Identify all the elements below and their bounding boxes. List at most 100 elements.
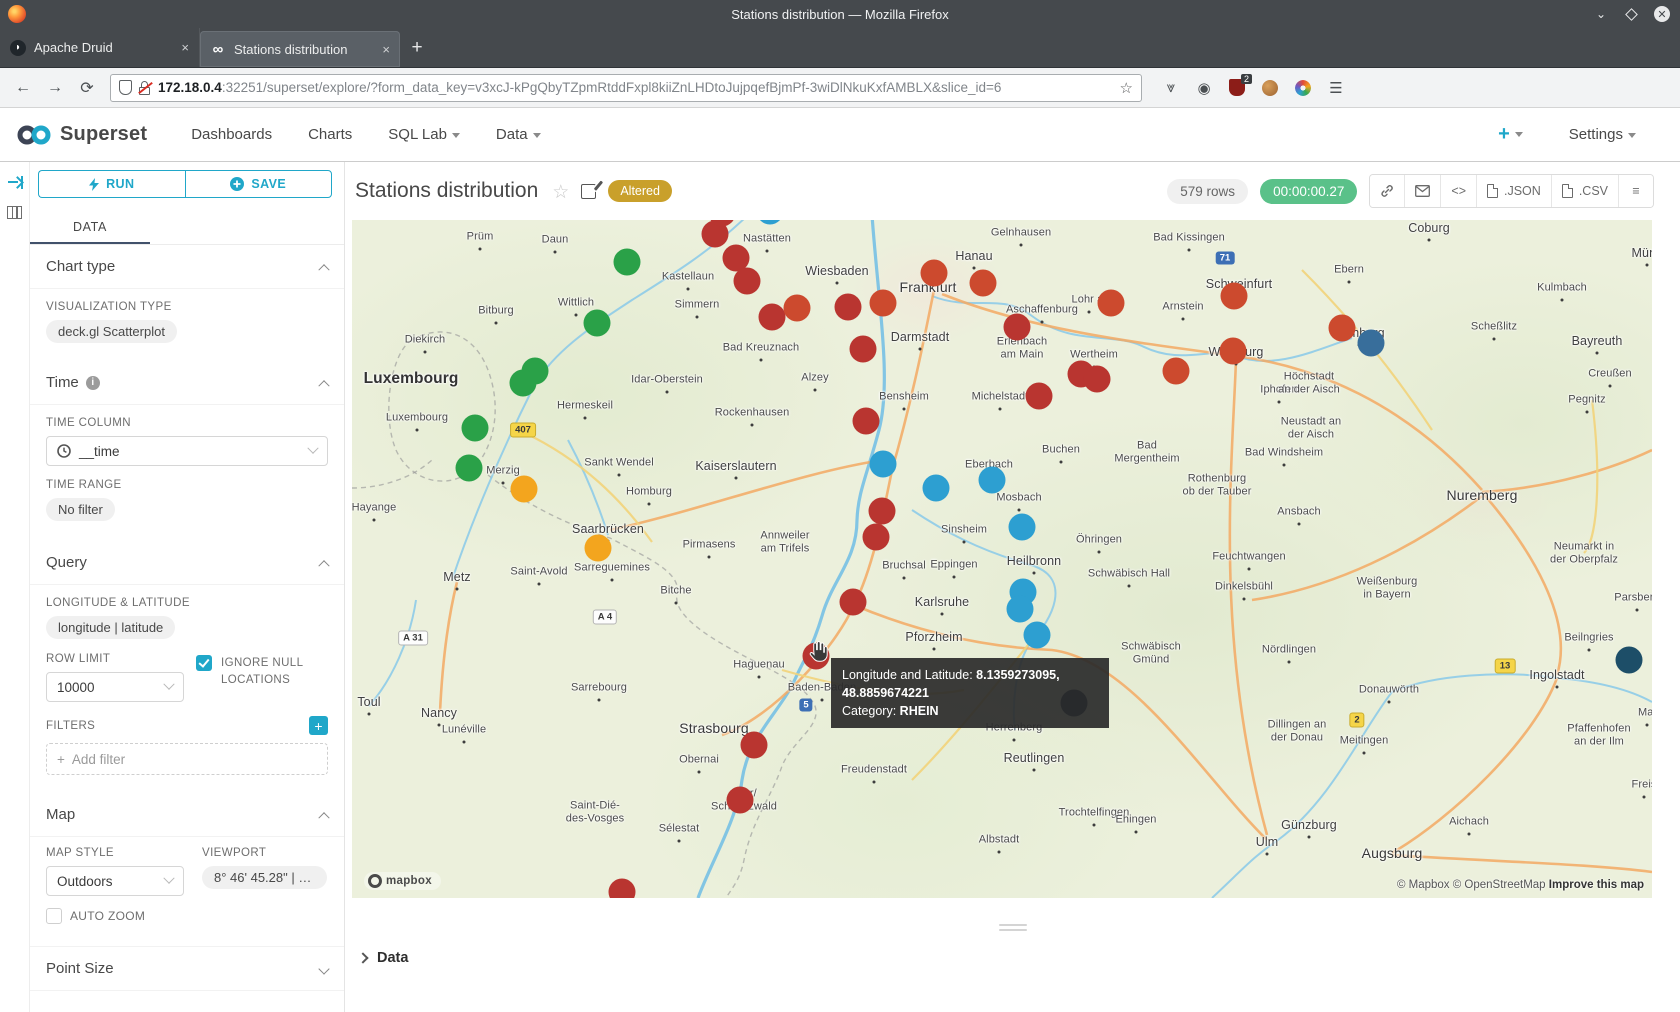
- scatter-point[interactable]: [609, 879, 636, 899]
- scatter-point[interactable]: [510, 370, 537, 397]
- scatter-point[interactable]: [1098, 290, 1125, 317]
- window-maximize-icon[interactable]: [1625, 8, 1638, 21]
- url-field[interactable]: 172.18.0.4:32251/superset/explore/?form_…: [110, 74, 1142, 102]
- scatter-point[interactable]: [784, 295, 811, 322]
- tab-close-icon[interactable]: ×: [181, 40, 189, 55]
- ignore-null-checkbox[interactable]: [196, 655, 212, 671]
- scatter-point[interactable]: [734, 268, 761, 295]
- tab-apache-druid[interactable]: ◗ Apache Druid ×: [0, 28, 200, 67]
- scatter-point[interactable]: [1163, 358, 1190, 385]
- viewport-value[interactable]: 8° 46' 45.28" | 49…: [202, 866, 327, 889]
- tab-stations-distribution[interactable]: ∞ Stations distribution ×: [200, 31, 400, 67]
- bookmark-star-icon[interactable]: ☆: [1120, 79, 1133, 97]
- nav-dashboards[interactable]: Dashboards: [173, 126, 290, 143]
- scatter-point[interactable]: [1329, 315, 1356, 342]
- window-minimize-icon[interactable]: ⌄: [1594, 7, 1608, 21]
- new-tab-button[interactable]: +: [400, 28, 434, 67]
- email-share-button[interactable]: [1405, 175, 1441, 207]
- dataset-grid-icon[interactable]: [7, 206, 22, 219]
- section-query[interactable]: Query: [30, 541, 344, 585]
- scatter-point[interactable]: [869, 498, 896, 525]
- collapse-panel-icon[interactable]: [7, 174, 23, 190]
- viz-type-value[interactable]: deck.gl Scatterplot: [46, 320, 177, 343]
- mapbox-logo[interactable]: mapbox: [364, 872, 441, 890]
- map-style-select[interactable]: Outdoors: [46, 866, 184, 896]
- time-column-select[interactable]: __time: [46, 436, 328, 466]
- add-filter-plus-button[interactable]: +: [309, 716, 328, 735]
- scatter-point[interactable]: [614, 249, 641, 276]
- scatter-point[interactable]: [462, 415, 489, 442]
- auto-zoom-checkbox[interactable]: [46, 908, 62, 924]
- scatter-point[interactable]: [863, 524, 890, 551]
- scatter-point[interactable]: [1220, 338, 1247, 365]
- scatter-point[interactable]: [741, 732, 768, 759]
- scatter-point[interactable]: [585, 535, 612, 562]
- scatter-point[interactable]: [835, 294, 862, 321]
- scatter-point[interactable]: [923, 475, 950, 502]
- scatter-point[interactable]: [456, 455, 483, 482]
- scatter-point[interactable]: [511, 476, 538, 503]
- add-filter-box[interactable]: +Add filter: [46, 743, 328, 775]
- lonlat-value[interactable]: longitude | latitude: [46, 616, 175, 639]
- scatter-point[interactable]: [727, 787, 754, 814]
- export-json-button[interactable]: .JSON: [1477, 175, 1552, 207]
- edit-properties-icon[interactable]: [581, 184, 596, 199]
- section-time[interactable]: Timei: [30, 361, 344, 405]
- tab-data[interactable]: DATA: [30, 211, 150, 244]
- window-close-icon[interactable]: ✕: [1654, 6, 1670, 22]
- pocket-icon[interactable]: ⩔: [1162, 79, 1180, 97]
- scatter-point[interactable]: [1026, 383, 1053, 410]
- scatter-point[interactable]: [1009, 514, 1036, 541]
- nav-charts[interactable]: Charts: [290, 126, 370, 143]
- container-mask-icon[interactable]: ◉: [1195, 79, 1213, 97]
- scatter-point[interactable]: [853, 408, 880, 435]
- reload-button[interactable]: ⟳: [74, 75, 100, 101]
- save-button[interactable]: SAVE: [185, 170, 333, 198]
- scatter-point[interactable]: [1221, 283, 1248, 310]
- map-attribution[interactable]: © Mapbox © OpenStreetMap Improve this ma…: [1397, 879, 1644, 891]
- scatter-point[interactable]: [584, 310, 611, 337]
- tracking-shield-icon[interactable]: [119, 80, 132, 95]
- section-point-size[interactable]: Point Size: [30, 946, 344, 991]
- scatter-point[interactable]: [1004, 314, 1031, 341]
- row-limit-select[interactable]: 10000: [46, 672, 184, 702]
- favorite-star-icon[interactable]: ☆: [552, 181, 569, 204]
- forward-button[interactable]: →: [42, 75, 68, 101]
- menu-hamburger-icon[interactable]: ☰: [1327, 79, 1345, 97]
- time-range-value[interactable]: No filter: [46, 498, 115, 521]
- scatter-point[interactable]: [840, 589, 867, 616]
- map-canvas[interactable]: PrümDaunNastättenGelnhausenHanauBad Kiss…: [352, 220, 1652, 898]
- nav-data[interactable]: Data: [478, 126, 559, 143]
- scatter-point[interactable]: [759, 304, 786, 331]
- section-chart-type[interactable]: Chart type: [30, 245, 344, 289]
- scatter-point[interactable]: [970, 270, 997, 297]
- scatter-point[interactable]: [1007, 596, 1034, 623]
- cookie-extension-icon[interactable]: [1261, 79, 1279, 97]
- settings-menu[interactable]: Settings: [1551, 126, 1654, 143]
- tab-close-icon[interactable]: ×: [382, 42, 390, 57]
- nav-sql-lab[interactable]: SQL Lab: [370, 126, 478, 143]
- chart-menu-button[interactable]: ≡: [1619, 175, 1653, 207]
- superset-logo[interactable]: Superset: [16, 123, 147, 146]
- run-button[interactable]: RUN: [38, 170, 185, 198]
- scatter-point[interactable]: [1358, 330, 1385, 357]
- url-text[interactable]: 172.18.0.4:32251/superset/explore/?form_…: [158, 80, 1113, 95]
- insecure-lock-icon[interactable]: [139, 81, 151, 95]
- scatter-point[interactable]: [1024, 622, 1051, 649]
- scatter-point[interactable]: [870, 290, 897, 317]
- scatter-point[interactable]: [979, 467, 1006, 494]
- data-panel-toggle[interactable]: Data: [345, 934, 1680, 966]
- scatter-point[interactable]: [1616, 647, 1643, 674]
- copy-link-button[interactable]: [1370, 175, 1405, 207]
- back-button[interactable]: ←: [10, 75, 36, 101]
- scatter-point[interactable]: [921, 260, 948, 287]
- section-map[interactable]: Map: [30, 793, 344, 837]
- panel-resize-handle[interactable]: [999, 924, 1027, 931]
- embed-code-button[interactable]: <>: [1441, 175, 1477, 207]
- scatter-point[interactable]: [850, 336, 877, 363]
- scatter-point[interactable]: [1084, 366, 1111, 393]
- new-item-button[interactable]: +: [1498, 123, 1523, 146]
- scatter-point[interactable]: [870, 451, 897, 478]
- pinwheel-extension-icon[interactable]: [1294, 79, 1312, 97]
- ublock-icon[interactable]: 2: [1228, 79, 1246, 97]
